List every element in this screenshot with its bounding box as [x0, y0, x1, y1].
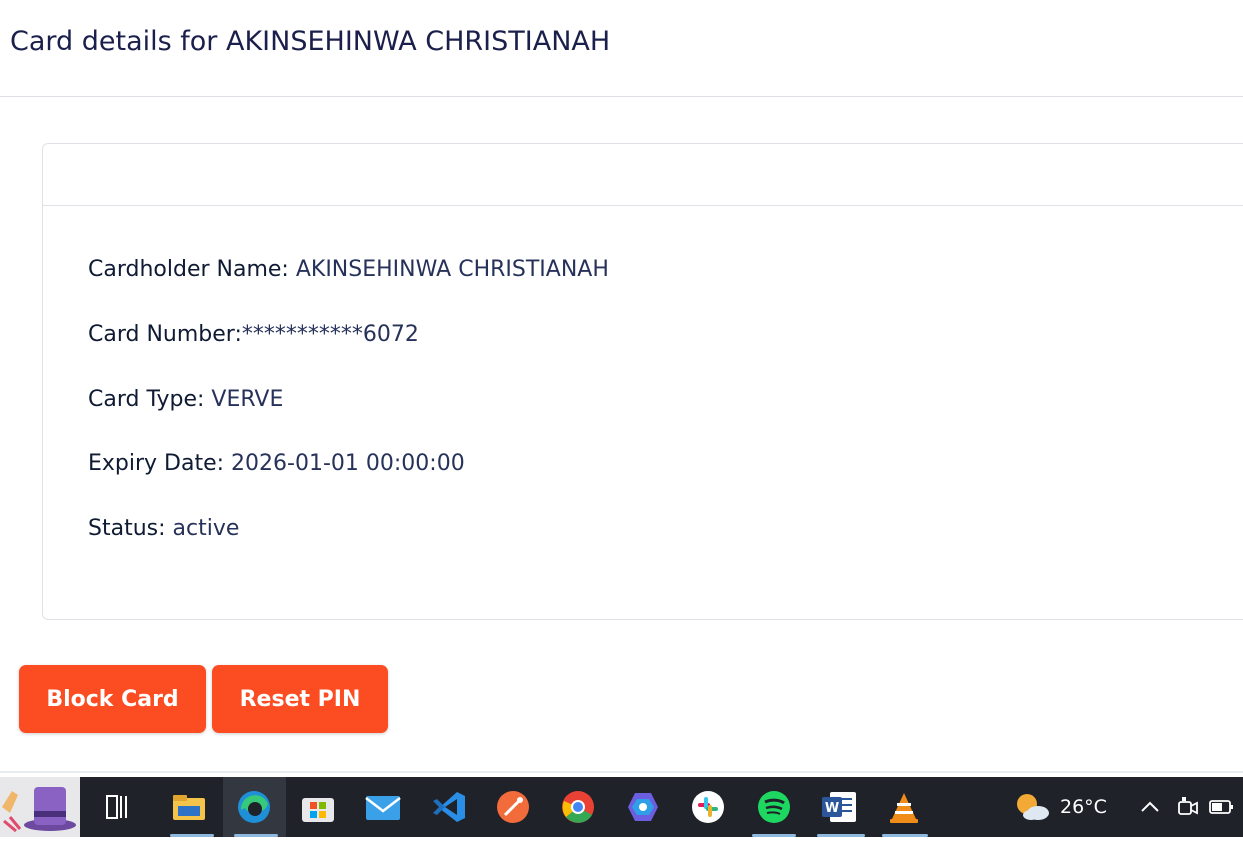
card-details-panel: Cardholder Name: AKINSEHINWA CHRISTIANAH… — [42, 143, 1243, 620]
mail-icon[interactable] — [361, 785, 405, 829]
cardholder-name-value: AKINSEHINWA CHRISTIANAH — [288, 257, 609, 282]
cardholder-name-label: Cardholder Name: — [88, 257, 289, 282]
desktop-preview-area — [0, 777, 80, 837]
weather-temperature[interactable]: 26°C — [1060, 796, 1107, 818]
chrome-icon[interactable] — [556, 785, 600, 829]
slack-icon[interactable] — [686, 785, 730, 829]
card-panel-header — [43, 144, 1243, 206]
cardholder-name-row: Cardholder Name: AKINSEHINWA CHRISTIANAH — [88, 257, 609, 282]
card-number-value: ***********6072 — [241, 322, 419, 347]
svg-text:W: W — [825, 801, 839, 816]
expiry-date-row: Expiry Date: 2026-01-01 00:00:00 — [88, 451, 465, 476]
partly-cloudy-icon[interactable] — [1010, 785, 1054, 829]
vlc-icon[interactable] — [882, 785, 926, 829]
reset-pin-button[interactable]: Reset PIN — [212, 665, 388, 733]
taskbar: W 26°C — [0, 777, 1243, 837]
file-explorer-icon[interactable] — [167, 785, 211, 829]
card-type-label: Card Type: — [88, 387, 205, 412]
page-title: Card details for AKINSEHINWA CHRISTIANAH — [10, 26, 611, 57]
spotify-icon[interactable] — [752, 785, 796, 829]
vscode-icon[interactable] — [427, 785, 471, 829]
page-divider — [0, 771, 1243, 773]
block-card-button[interactable]: Block Card — [19, 665, 206, 733]
page-header: Card details for AKINSEHINWA CHRISTIANAH — [0, 0, 1243, 97]
magician-hat-icon — [2, 787, 76, 833]
store-icon[interactable] — [296, 785, 340, 829]
word-icon[interactable]: W — [817, 785, 861, 829]
card-type-row: Card Type: VERVE — [88, 387, 283, 412]
task-view-icon[interactable] — [95, 785, 139, 829]
status-label: Status: — [88, 516, 166, 541]
battery-icon[interactable] — [1200, 785, 1243, 829]
status-value: active — [165, 516, 240, 541]
expiry-date-label: Expiry Date: — [88, 451, 225, 476]
edge-icon[interactable] — [232, 785, 276, 829]
card-number-label: Card Number: — [88, 322, 242, 347]
expiry-date-value: 2026-01-01 00:00:00 — [224, 451, 465, 476]
card-type-value: VERVE — [204, 387, 284, 412]
status-row: Status: active — [88, 516, 239, 541]
copilot-icon[interactable] — [621, 785, 665, 829]
postman-icon[interactable] — [491, 785, 535, 829]
card-number-row: Card Number:***********6072 — [88, 322, 419, 347]
